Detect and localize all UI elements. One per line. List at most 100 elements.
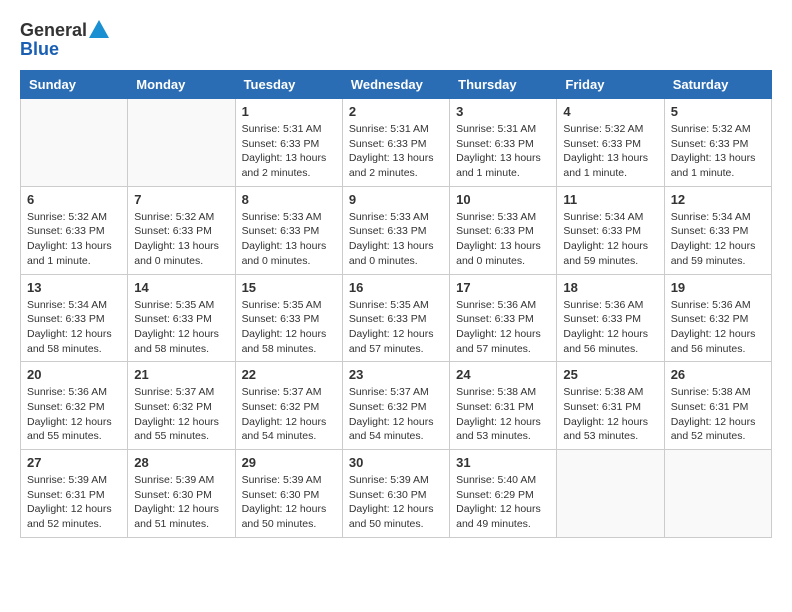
day-number: 12 [671,192,765,207]
day-number: 23 [349,367,443,382]
day-info: Sunrise: 5:36 AM Sunset: 6:32 PM Dayligh… [671,298,765,357]
day-info: Sunrise: 5:32 AM Sunset: 6:33 PM Dayligh… [134,210,228,269]
day-number: 13 [27,280,121,295]
calendar-cell: 14Sunrise: 5:35 AM Sunset: 6:33 PM Dayli… [128,274,235,362]
calendar-cell: 2 Sunrise: 5:31 AM Sunset: 6:33 PM Daylig… [342,99,449,187]
calendar-cell: 11 Sunrise: 5:34 AM Sunset: 6:33 PM Dayli… [557,186,664,274]
calendar-cell: 29Sunrise: 5:39 AM Sunset: 6:30 PM Dayli… [235,450,342,538]
day-info: Sunrise: 5:31 AM Sunset: 6:33 PM Dayligh… [349,122,443,181]
calendar-cell: 6 Sunrise: 5:32 AM Sunset: 6:33 PM Daylig… [21,186,128,274]
day-number: 31 [456,455,550,470]
calendar-cell: 4 Sunrise: 5:32 AM Sunset: 6:33 PM Daylig… [557,99,664,187]
calendar-cell: 27Sunrise: 5:39 AM Sunset: 6:31 PM Dayli… [21,450,128,538]
calendar-cell: 9 Sunrise: 5:33 AM Sunset: 6:33 PM Daylig… [342,186,449,274]
day-number: 26 [671,367,765,382]
calendar-cell: 21 Sunrise: 5:37 AM Sunset: 6:32 PM Dayli… [128,362,235,450]
day-info: Sunrise: 5:36 AM Sunset: 6:33 PM Dayligh… [563,298,657,357]
day-info: Sunrise: 5:37 AM Sunset: 6:32 PM Dayligh… [134,385,228,444]
day-number: 4 [563,104,657,119]
day-number: 19 [671,280,765,295]
week-row-2: 6 Sunrise: 5:32 AM Sunset: 6:33 PM Daylig… [21,186,772,274]
calendar-cell [664,450,771,538]
day-number: 10 [456,192,550,207]
day-number: 11 [563,192,657,207]
day-info: Sunrise: 5:36 AM Sunset: 6:32 PM Dayligh… [27,385,121,444]
column-header-monday: Monday [128,71,235,99]
calendar-cell: 26 Sunrise: 5:38 AM Sunset: 6:31 PM Dayli… [664,362,771,450]
day-info: Sunrise: 5:37 AM Sunset: 6:32 PM Dayligh… [349,385,443,444]
day-info: Sunrise: 5:35 AM Sunset: 6:33 PM Dayligh… [349,298,443,357]
day-info: Sunrise: 5:38 AM Sunset: 6:31 PM Dayligh… [671,385,765,444]
calendar-cell: 19 Sunrise: 5:36 AM Sunset: 6:32 PM Dayli… [664,274,771,362]
day-number: 20 [27,367,121,382]
day-info: Sunrise: 5:33 AM Sunset: 6:33 PM Dayligh… [349,210,443,269]
calendar-cell: 22 Sunrise: 5:37 AM Sunset: 6:32 PM Dayli… [235,362,342,450]
day-info: Sunrise: 5:39 AM Sunset: 6:30 PM Dayligh… [134,473,228,532]
calendar-cell: 5 Sunrise: 5:32 AM Sunset: 6:33 PM Daylig… [664,99,771,187]
day-number: 2 [349,104,443,119]
calendar-cell [557,450,664,538]
day-number: 27 [27,455,121,470]
day-info: Sunrise: 5:33 AM Sunset: 6:33 PM Dayligh… [242,210,336,269]
column-header-tuesday: Tuesday [235,71,342,99]
calendar-cell: 20 Sunrise: 5:36 AM Sunset: 6:32 PM Dayli… [21,362,128,450]
day-number: 9 [349,192,443,207]
day-number: 3 [456,104,550,119]
logo: General Blue [20,20,109,60]
day-info: Sunrise: 5:35 AM Sunset: 6:33 PM Dayligh… [242,298,336,357]
calendar-cell: 15 Sunrise: 5:35 AM Sunset: 6:33 PM Dayli… [235,274,342,362]
day-number: 18 [563,280,657,295]
column-header-friday: Friday [557,71,664,99]
week-row-3: 13 Sunrise: 5:34 AM Sunset: 6:33 PM Dayli… [21,274,772,362]
day-number: 1 [242,104,336,119]
day-info: Sunrise: 5:32 AM Sunset: 6:33 PM Dayligh… [27,210,121,269]
day-number: 5 [671,104,765,119]
week-row-5: 27Sunrise: 5:39 AM Sunset: 6:31 PM Dayli… [21,450,772,538]
calendar-cell [21,99,128,187]
day-info: Sunrise: 5:39 AM Sunset: 6:30 PM Dayligh… [349,473,443,532]
column-header-sunday: Sunday [21,71,128,99]
day-info: Sunrise: 5:32 AM Sunset: 6:33 PM Dayligh… [563,122,657,181]
day-info: Sunrise: 5:34 AM Sunset: 6:33 PM Dayligh… [671,210,765,269]
calendar-cell: 25 Sunrise: 5:38 AM Sunset: 6:31 PM Dayli… [557,362,664,450]
calendar-cell: 17Sunrise: 5:36 AM Sunset: 6:33 PM Dayli… [450,274,557,362]
calendar-header-row: SundayMondayTuesdayWednesdayThursdayFrid… [21,71,772,99]
calendar-cell: 3Sunrise: 5:31 AM Sunset: 6:33 PM Daylig… [450,99,557,187]
day-info: Sunrise: 5:33 AM Sunset: 6:33 PM Dayligh… [456,210,550,269]
day-number: 15 [242,280,336,295]
calendar-cell: 28Sunrise: 5:39 AM Sunset: 6:30 PM Dayli… [128,450,235,538]
logo-triangle-icon [89,20,109,38]
day-number: 22 [242,367,336,382]
calendar-cell: 13 Sunrise: 5:34 AM Sunset: 6:33 PM Dayli… [21,274,128,362]
calendar-cell: 31 Sunrise: 5:40 AM Sunset: 6:29 PM Dayli… [450,450,557,538]
logo-general: General [20,20,87,41]
day-number: 6 [27,192,121,207]
day-info: Sunrise: 5:40 AM Sunset: 6:29 PM Dayligh… [456,473,550,532]
calendar-cell: 18 Sunrise: 5:36 AM Sunset: 6:33 PM Dayli… [557,274,664,362]
day-number: 14 [134,280,228,295]
day-info: Sunrise: 5:39 AM Sunset: 6:30 PM Dayligh… [242,473,336,532]
week-row-4: 20 Sunrise: 5:36 AM Sunset: 6:32 PM Dayli… [21,362,772,450]
calendar-cell: 23 Sunrise: 5:37 AM Sunset: 6:32 PM Dayli… [342,362,449,450]
day-info: Sunrise: 5:37 AM Sunset: 6:32 PM Dayligh… [242,385,336,444]
day-info: Sunrise: 5:31 AM Sunset: 6:33 PM Dayligh… [242,122,336,181]
calendar-cell: 16 Sunrise: 5:35 AM Sunset: 6:33 PM Dayli… [342,274,449,362]
day-number: 21 [134,367,228,382]
calendar-cell: 24Sunrise: 5:38 AM Sunset: 6:31 PM Dayli… [450,362,557,450]
day-number: 8 [242,192,336,207]
day-info: Sunrise: 5:38 AM Sunset: 6:31 PM Dayligh… [563,385,657,444]
day-number: 24 [456,367,550,382]
calendar-cell: 1 Sunrise: 5:31 AM Sunset: 6:33 PM Daylig… [235,99,342,187]
calendar-cell: 7Sunrise: 5:32 AM Sunset: 6:33 PM Daylig… [128,186,235,274]
page-header: General Blue [20,20,772,60]
day-info: Sunrise: 5:34 AM Sunset: 6:33 PM Dayligh… [27,298,121,357]
calendar-cell: 12 Sunrise: 5:34 AM Sunset: 6:33 PM Dayli… [664,186,771,274]
column-header-thursday: Thursday [450,71,557,99]
day-info: Sunrise: 5:32 AM Sunset: 6:33 PM Dayligh… [671,122,765,181]
day-number: 16 [349,280,443,295]
day-info: Sunrise: 5:34 AM Sunset: 6:33 PM Dayligh… [563,210,657,269]
calendar-cell: 10 Sunrise: 5:33 AM Sunset: 6:33 PM Dayli… [450,186,557,274]
calendar-cell: 8 Sunrise: 5:33 AM Sunset: 6:33 PM Daylig… [235,186,342,274]
day-number: 25 [563,367,657,382]
calendar-cell [128,99,235,187]
